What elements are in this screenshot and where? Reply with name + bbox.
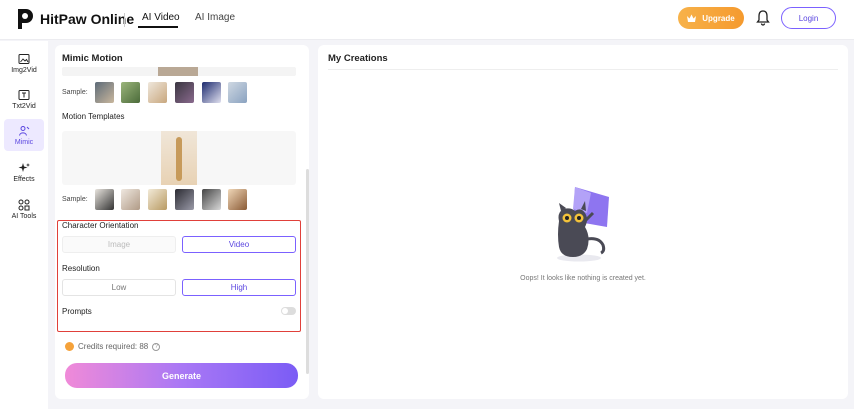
sample-image-thumbnail[interactable]: [148, 82, 167, 103]
character-orientation-label: Character Orientation: [62, 221, 139, 230]
generate-button[interactable]: Generate: [65, 363, 298, 388]
prompts-label: Prompts: [62, 307, 92, 316]
tab-ai-image[interactable]: AI Image: [195, 12, 235, 23]
sample-video-thumbnail[interactable]: [175, 189, 194, 210]
character-image-preview[interactable]: [62, 67, 296, 76]
sample-video-thumbnail[interactable]: [202, 189, 221, 210]
tab-ai-video[interactable]: AI Video: [142, 12, 180, 23]
mimic-icon: [19, 125, 30, 136]
sidebar-item-effects[interactable]: Effects: [4, 156, 44, 188]
empty-state-message: Oops! It looks like nothing is created y…: [520, 275, 646, 282]
sample-image-thumbnail[interactable]: [121, 82, 140, 103]
sidebar-item-label: Img2Vid: [11, 66, 37, 74]
header-divider: [124, 13, 125, 27]
sidebar-item-label: Txt2Vid: [12, 102, 36, 110]
grid-icon: [18, 199, 30, 210]
panel-title: Mimic Motion: [62, 53, 123, 64]
top-bar: HitPaw Online AI Video AI Image Upgrade …: [0, 0, 854, 40]
sidebar-item-label: Mimic: [14, 138, 34, 146]
my-creations-panel: My Creations Oops! It looks like nothing…: [318, 45, 848, 399]
sample-video-thumbnail[interactable]: [228, 189, 247, 210]
bell-icon[interactable]: [756, 10, 770, 26]
resolution-label: Resolution: [62, 264, 100, 273]
resolution-low-option[interactable]: Low: [62, 279, 176, 296]
sparkle-icon: [18, 162, 30, 172]
sample-label: Sample:: [62, 89, 88, 96]
sample-video-thumbnail[interactable]: [148, 189, 167, 210]
sidebar-item-label: Effects: [13, 175, 35, 183]
sidebar-item-txt2vid[interactable]: Txt2Vid: [4, 83, 44, 115]
text-icon: [18, 89, 30, 100]
credits-required: Credits required: 88 ?: [65, 342, 161, 351]
creations-divider: [328, 69, 838, 70]
sample-image-thumbnail[interactable]: [202, 82, 221, 103]
motion-template-preview[interactable]: [62, 131, 296, 185]
help-icon[interactable]: ?: [152, 342, 161, 351]
sidebar-item-label: AI Tools: [11, 212, 37, 220]
upgrade-button[interactable]: Upgrade: [678, 7, 744, 29]
crown-icon: [687, 14, 697, 22]
sample-image-thumbnail[interactable]: [228, 82, 247, 103]
credits-text: Credits required: 88: [78, 342, 149, 351]
sidebar-item-ai-tools[interactable]: AI Tools: [4, 193, 44, 225]
hitpaw-logo-icon[interactable]: [16, 8, 34, 30]
image-icon: [18, 53, 30, 64]
sample-video-thumbnail[interactable]: [121, 189, 140, 210]
mimic-motion-panel: Mimic Motion Sample: Motion Templates Sa…: [55, 45, 309, 399]
orientation-image-option[interactable]: Image: [62, 236, 176, 253]
orientation-video-option[interactable]: Video: [182, 236, 296, 253]
coin-icon: [65, 342, 74, 351]
sidebar: Img2Vid Txt2Vid Mimic Effects AI Tools: [0, 41, 48, 409]
sample-image-thumbnail[interactable]: [95, 82, 114, 103]
sample-label: Sample:: [62, 196, 88, 203]
sidebar-item-img2vid[interactable]: Img2Vid: [4, 47, 44, 79]
upgrade-label: Upgrade: [702, 13, 735, 23]
sample-video-thumbnail[interactable]: [95, 189, 114, 210]
creations-title: My Creations: [328, 53, 388, 64]
active-tab-underline: [138, 26, 178, 28]
brand-name[interactable]: HitPaw Online: [40, 11, 134, 27]
empty-cat-illustration-icon: [557, 187, 609, 262]
resolution-high-option[interactable]: High: [182, 279, 296, 296]
motion-templates-label: Motion Templates: [62, 112, 125, 121]
login-button[interactable]: Login: [781, 7, 836, 29]
sidebar-item-mimic[interactable]: Mimic: [4, 119, 44, 151]
panel-scrollbar[interactable]: [306, 169, 309, 374]
prompts-toggle[interactable]: [281, 307, 296, 315]
sample-image-thumbnail[interactable]: [175, 82, 194, 103]
